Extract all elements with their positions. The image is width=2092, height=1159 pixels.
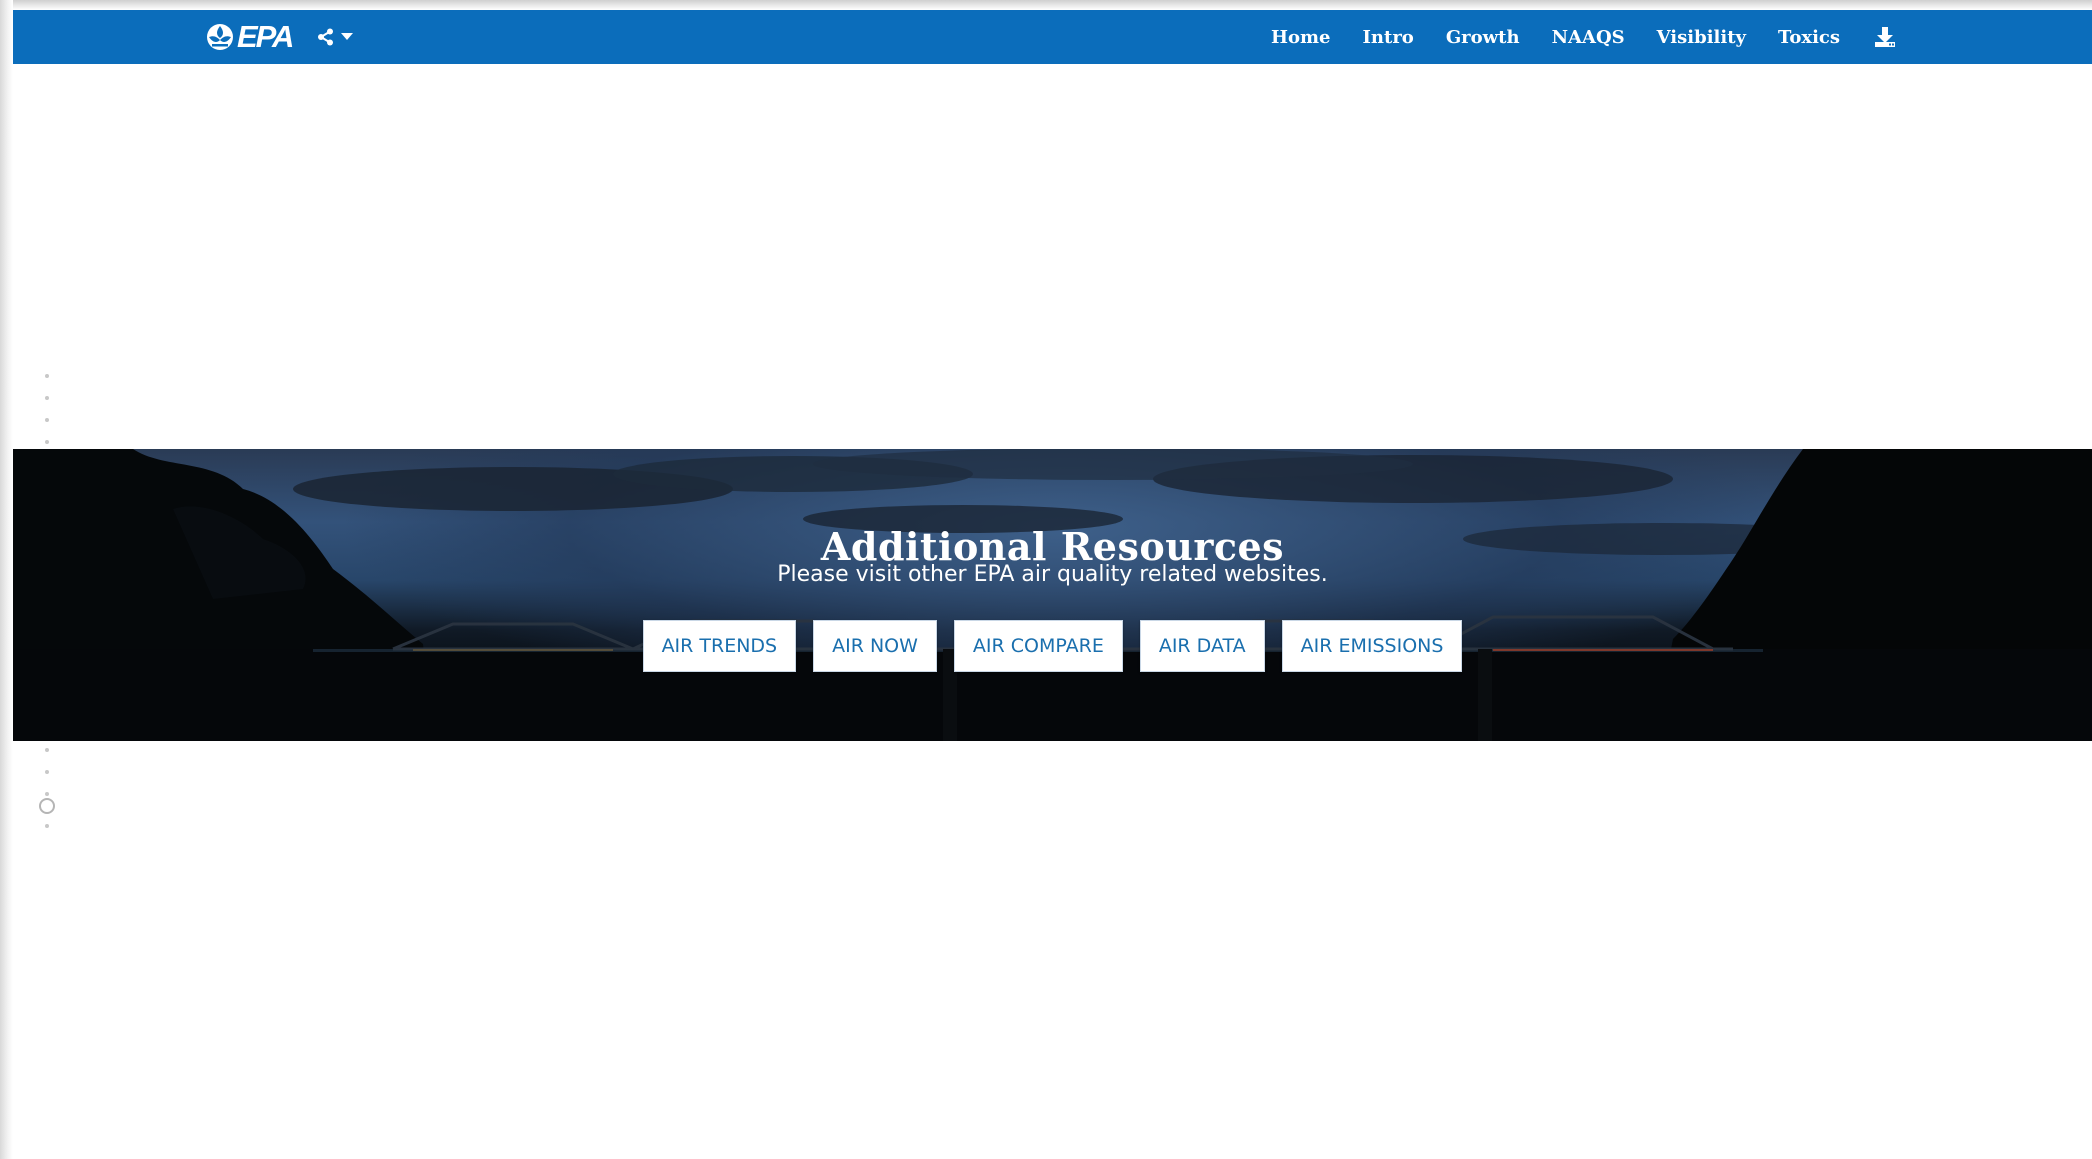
- additional-resources-banner: Additional Resources Please visit other …: [13, 449, 2092, 741]
- top-navbar: EPA Home Intro Growth NAAQS Visibility T…: [13, 10, 2092, 64]
- epa-logo[interactable]: EPA: [205, 18, 294, 56]
- air-data-button[interactable]: AIR DATA: [1139, 620, 1265, 672]
- scroll-dot[interactable]: [45, 748, 49, 752]
- scroll-dot[interactable]: [45, 770, 49, 774]
- nav-naaqs[interactable]: NAAQS: [1552, 27, 1625, 48]
- nav-home[interactable]: Home: [1271, 27, 1331, 48]
- share-menu-button[interactable]: [317, 24, 353, 50]
- epa-flower-icon: [207, 24, 233, 50]
- window-shadow-left: [0, 0, 13, 1159]
- share-icon: [318, 28, 333, 46]
- air-compare-button[interactable]: AIR COMPARE: [953, 620, 1123, 672]
- download-icon[interactable]: [1874, 26, 1896, 48]
- main-nav: Home Intro Growth NAAQS Visibility Toxic…: [1239, 10, 1896, 64]
- nav-visibility[interactable]: Visibility: [1657, 27, 1746, 48]
- scroll-dot[interactable]: [45, 824, 49, 828]
- scroll-dot[interactable]: [45, 440, 49, 444]
- nav-growth[interactable]: Growth: [1446, 27, 1520, 48]
- circle-marker-icon[interactable]: [39, 798, 55, 814]
- banner-subtitle: Please visit other EPA air quality relat…: [777, 562, 1328, 587]
- scroll-dot[interactable]: [45, 792, 49, 796]
- scroll-dot[interactable]: [45, 396, 49, 400]
- scroll-dot[interactable]: [45, 418, 49, 422]
- nav-intro[interactable]: Intro: [1363, 27, 1414, 48]
- air-trends-button[interactable]: AIR TRENDS: [642, 620, 797, 672]
- scroll-dot[interactable]: [45, 374, 49, 378]
- air-now-button[interactable]: AIR NOW: [813, 620, 937, 672]
- air-emissions-button[interactable]: AIR EMISSIONS: [1281, 620, 1463, 672]
- resource-buttons: AIR TRENDS AIR NOW AIR COMPARE AIR DATA …: [13, 620, 2092, 672]
- logo-text: EPA: [237, 19, 294, 54]
- nav-toxics[interactable]: Toxics: [1778, 27, 1840, 48]
- window-shadow-top: [0, 0, 2092, 10]
- caret-down-icon: [341, 33, 353, 40]
- banner-background-image: [13, 449, 2092, 741]
